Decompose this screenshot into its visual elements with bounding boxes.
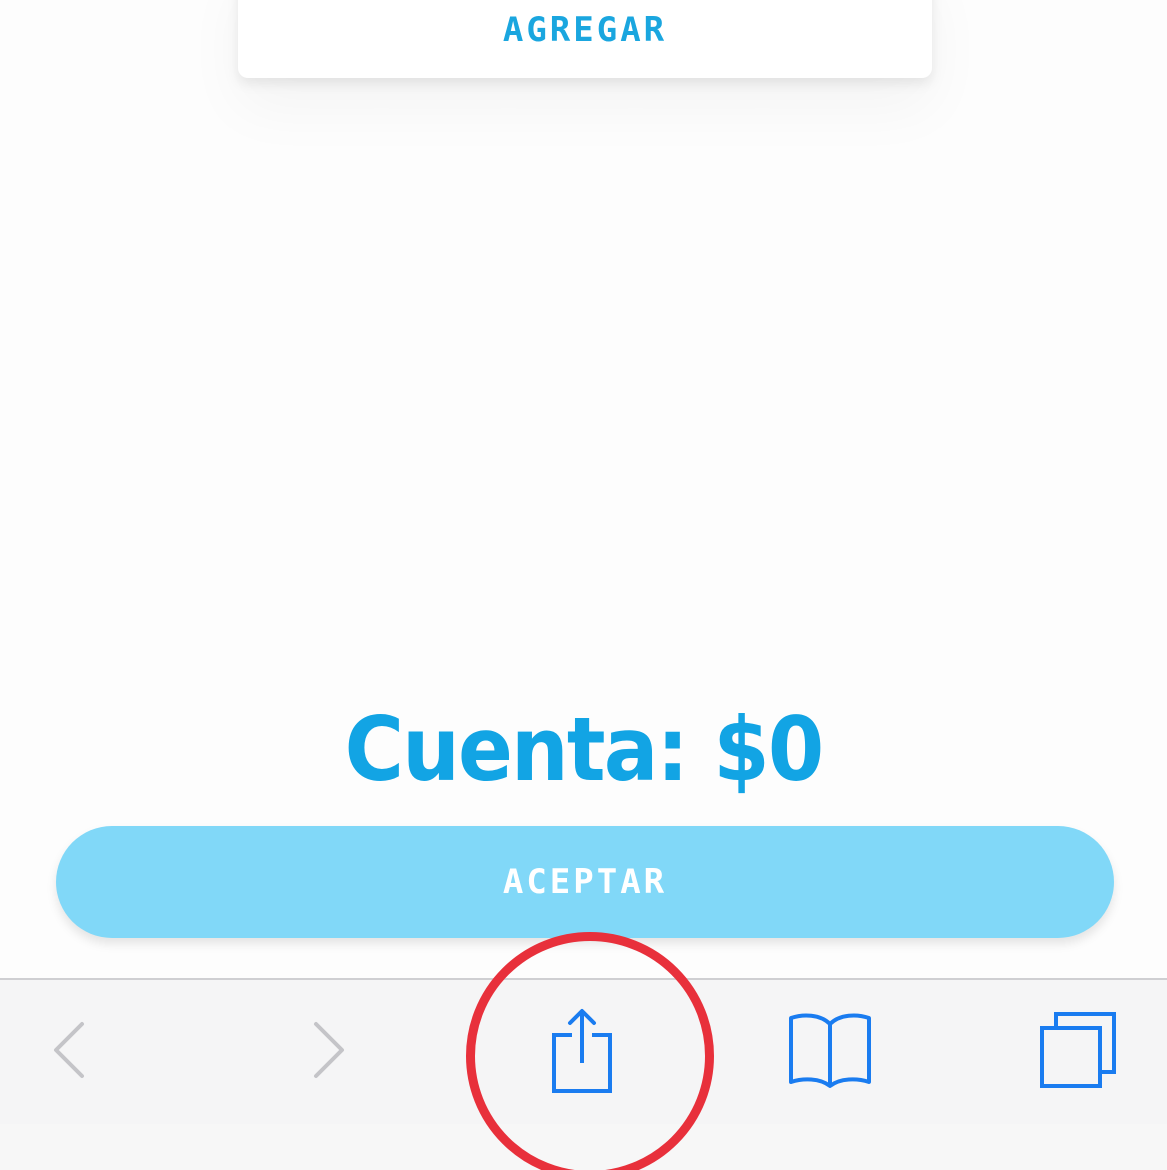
share-icon — [550, 1007, 614, 1098]
book-icon — [787, 1010, 873, 1095]
share-button[interactable] — [532, 980, 632, 1124]
account-total: Cuenta: $0 — [344, 698, 825, 801]
bookmarks-button[interactable] — [780, 980, 880, 1124]
tabs-button[interactable] — [1028, 980, 1128, 1124]
accept-button[interactable]: ACEPTAR — [56, 826, 1114, 938]
item-card: AGREGAR — [238, 0, 932, 78]
browser-toolbar — [0, 978, 1167, 1124]
add-button[interactable]: AGREGAR — [238, 10, 932, 50]
tabs-icon — [1038, 1010, 1118, 1095]
forward-button[interactable] — [278, 980, 378, 1124]
bottom-safe-area — [0, 1124, 1167, 1170]
chevron-left-icon — [50, 1020, 90, 1085]
accept-button-label: ACEPTAR — [502, 862, 668, 902]
back-button[interactable] — [20, 980, 120, 1124]
app-screen: AGREGAR Cuenta: $0 ACEPTAR — [0, 0, 1167, 1170]
chevron-right-icon — [308, 1020, 348, 1085]
